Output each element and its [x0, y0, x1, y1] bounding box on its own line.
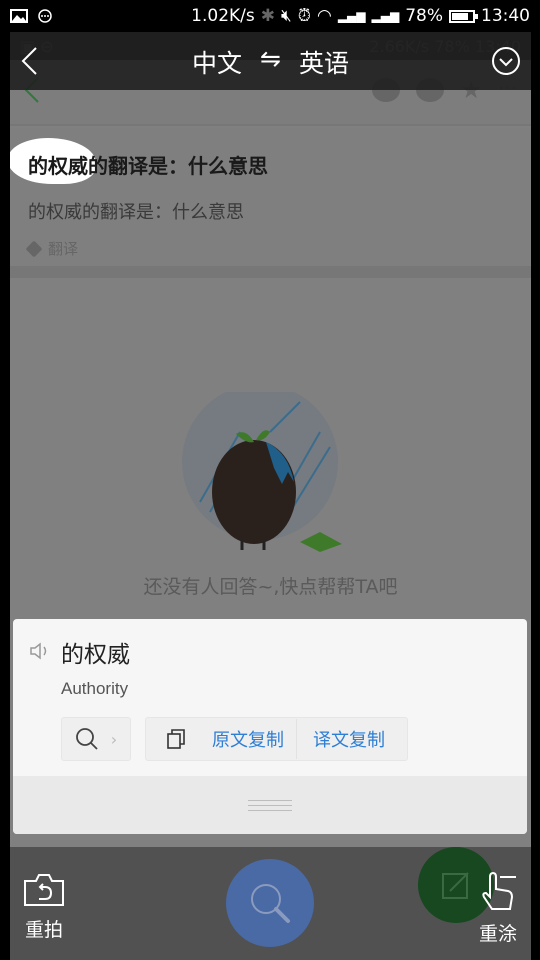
redraw-label: 重涂 [478, 923, 517, 945]
signal-icon: ▂▄▆ [337, 9, 366, 23]
copy-translation-button[interactable]: 译文复制 [313, 726, 385, 752]
search-icon [251, 884, 290, 923]
question-card: 的权威的翻译是：什么意思 的权威的翻译是：什么意思 翻译 [10, 128, 531, 278]
drag-handle[interactable] [248, 800, 292, 815]
card-drag-area[interactable] [13, 776, 527, 834]
copy-source-button[interactable]: 原文复制 [212, 726, 284, 752]
search-fab-button[interactable] [226, 859, 314, 947]
redraw-button[interactable]: 重涂 [473, 871, 523, 946]
battery-icon [449, 9, 478, 23]
network-speed: 1.02K/s [191, 6, 255, 26]
translated-text: Authority [61, 679, 129, 698]
edit-icon [442, 872, 469, 899]
camera-retake-icon [24, 874, 64, 906]
signal-icon: ▂▄▆ [371, 9, 400, 23]
battery-percent: 78% [405, 6, 443, 26]
speaker-icon[interactable] [29, 641, 51, 661]
question-body: 的权威的翻译是：什么意思 [28, 202, 244, 223]
tag-label: 翻译 [48, 240, 79, 258]
translate-top-bar: 中文 ⇋ 英语 [10, 32, 531, 90]
alarm-icon: ⏰︎ [297, 6, 311, 26]
translation-card: 的权威 Authority › 原文复制 译文复制 [13, 619, 527, 834]
language-switcher[interactable]: 中文 ⇋ 英语 [10, 44, 531, 80]
tag-icon [25, 240, 43, 257]
hand-pointer-icon [482, 871, 516, 910]
search-icon [75, 728, 98, 750]
swap-icon[interactable]: ⇋ [260, 44, 281, 80]
question-title: 的权威的翻译是：什么意思 [28, 154, 268, 178]
chevron-right-icon: › [110, 729, 118, 749]
source-language[interactable]: 中文 [192, 44, 242, 80]
retake-button[interactable]: 重拍 [22, 873, 66, 942]
empty-answers-text: 还没有人回答~,快点帮帮TA吧 [143, 576, 398, 598]
status-bar: 1.02K/s ✱ 🔇︎ ⏰︎ ◠ ▂▄▆ ▂▄▆ 78% 13:40 [0, 0, 540, 32]
image-icon [10, 9, 28, 23]
copy-button-group: 原文复制 译文复制 [145, 717, 408, 761]
empty-state-illustration [182, 392, 342, 552]
divider [296, 719, 297, 759]
mute-icon: 🔇︎ [281, 6, 292, 26]
lookup-button[interactable]: › [61, 717, 131, 761]
bluetooth-icon: ✱ [260, 6, 275, 26]
question-tag: 翻译 [25, 238, 79, 259]
wifi-icon: ◠ [316, 6, 332, 26]
target-language[interactable]: 英语 [299, 44, 349, 80]
message-icon [38, 9, 52, 23]
clock: 13:40 [481, 6, 530, 26]
retake-label: 重拍 [24, 919, 63, 941]
source-text: 的权威 [61, 642, 130, 668]
bottom-toolbar: 重拍 重涂 [10, 847, 531, 960]
copy-icon [167, 729, 185, 749]
chevron-down-circle-icon[interactable] [491, 46, 521, 76]
